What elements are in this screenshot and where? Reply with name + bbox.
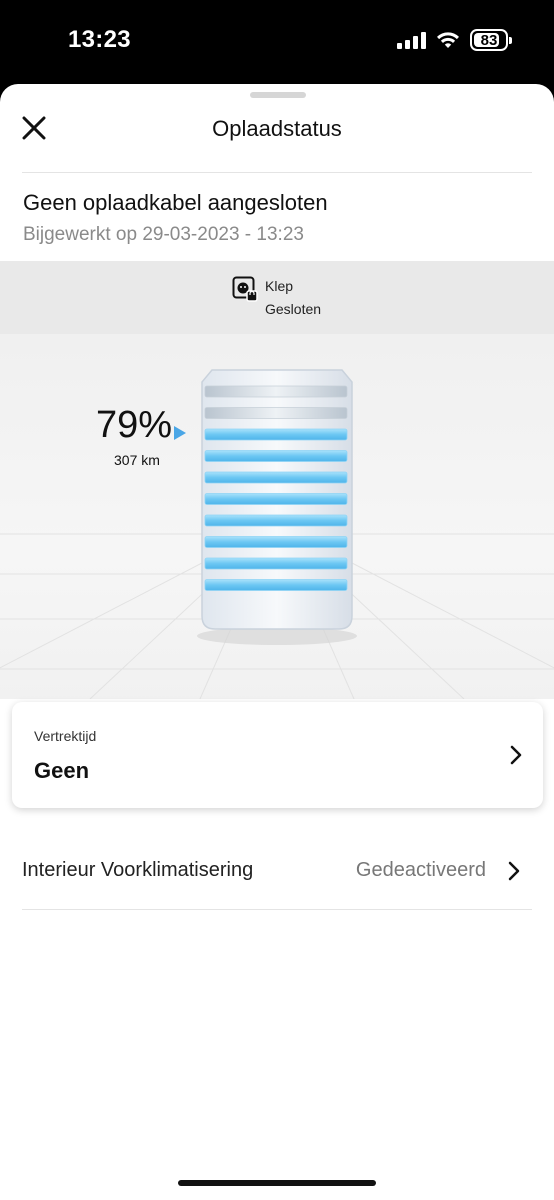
preclimate-value: Gedeactiveerd (355, 859, 486, 881)
flap-label: Klep (265, 278, 294, 294)
preclimate-label: Interieur Voorklimatisering (22, 859, 254, 881)
divider (22, 172, 532, 173)
battery-segment-filled (204, 557, 348, 570)
battery-icon: 83 (470, 29, 512, 51)
level-indicator-arrow (174, 426, 186, 440)
departure-time-card[interactable]: Vertrektijd Geen (12, 702, 543, 808)
battery-segment-empty (204, 407, 348, 419)
last-updated-text: Bijgewerkt op 29-03-2023 - 13:23 (23, 224, 304, 245)
page-title: Oplaadstatus (212, 116, 342, 141)
departure-time-label: Vertrektijd (34, 728, 97, 744)
battery-range: 307 km (114, 452, 160, 468)
battery-segment-filled (204, 514, 348, 527)
divider (22, 909, 532, 910)
departure-time-value: Geen (34, 758, 90, 783)
battery-segment-filled (204, 450, 348, 462)
charging-status-sheet: Oplaadstatus Geen oplaadkabel aangeslote… (0, 84, 554, 1200)
charging-flap-icon (232, 276, 258, 302)
battery-visual: 79% 307 km (0, 334, 554, 699)
charging-flap-status: Klep Gesloten (0, 261, 554, 334)
home-indicator[interactable] (178, 1180, 376, 1186)
chevron-right-icon (510, 745, 522, 765)
preclimate-row[interactable]: Interieur Voorklimatisering Gedeactiveer… (0, 830, 554, 910)
wifi-icon (437, 32, 459, 48)
battery-segment-filled (204, 428, 348, 441)
battery-percent: 83 (480, 31, 498, 49)
battery-segment-empty (204, 385, 348, 398)
cellular-signal-icon (397, 31, 426, 49)
battery-segment-filled (204, 493, 348, 505)
battery-pack-icon (201, 369, 353, 630)
chevron-right-icon (508, 861, 520, 881)
connection-status-title: Geen oplaadkabel aangesloten (23, 190, 328, 215)
battery-percentage: 79% (96, 404, 173, 446)
status-time: 13:23 (68, 26, 131, 53)
battery-segment-filled (204, 471, 348, 484)
sheet-grabber[interactable] (250, 92, 306, 98)
flap-state: Gesloten (265, 301, 322, 317)
status-bar: 13:23 83 (0, 0, 554, 84)
battery-segment-filled (204, 579, 348, 591)
status-icons: 83 (397, 29, 512, 51)
battery-segment-filled (204, 536, 348, 548)
